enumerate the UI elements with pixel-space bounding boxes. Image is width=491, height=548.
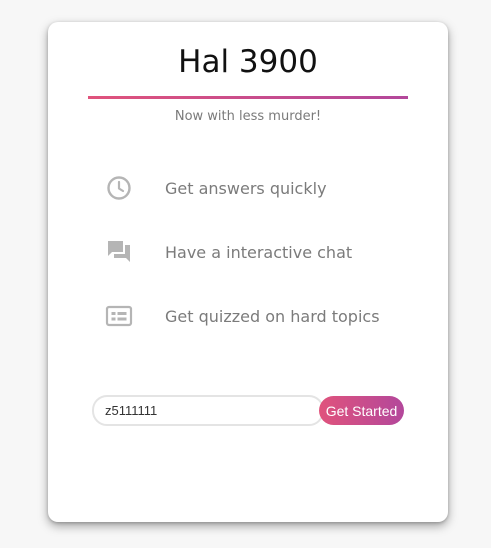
chat-icon: [104, 237, 134, 267]
title-divider: [88, 96, 408, 99]
welcome-card: Hal 3900 Now with less murder! Get answe…: [48, 22, 448, 522]
feature-item-answers: Get answers quickly: [104, 171, 424, 205]
app-subtitle: Now with less murder!: [174, 109, 322, 124]
app-title: Hal 3900: [178, 44, 318, 80]
student-id-input[interactable]: [92, 395, 324, 426]
get-started-button[interactable]: Get Started: [319, 396, 404, 425]
feature-item-chat: Have a interactive chat: [104, 235, 424, 269]
quiz-card-icon: [104, 301, 134, 331]
clock-icon: [104, 173, 134, 203]
feature-label: Get quizzed on hard topics: [165, 306, 380, 326]
feature-label: Get answers quickly: [165, 178, 327, 198]
feature-label: Have a interactive chat: [165, 242, 353, 262]
feature-item-quiz: Get quizzed on hard topics: [104, 299, 424, 333]
